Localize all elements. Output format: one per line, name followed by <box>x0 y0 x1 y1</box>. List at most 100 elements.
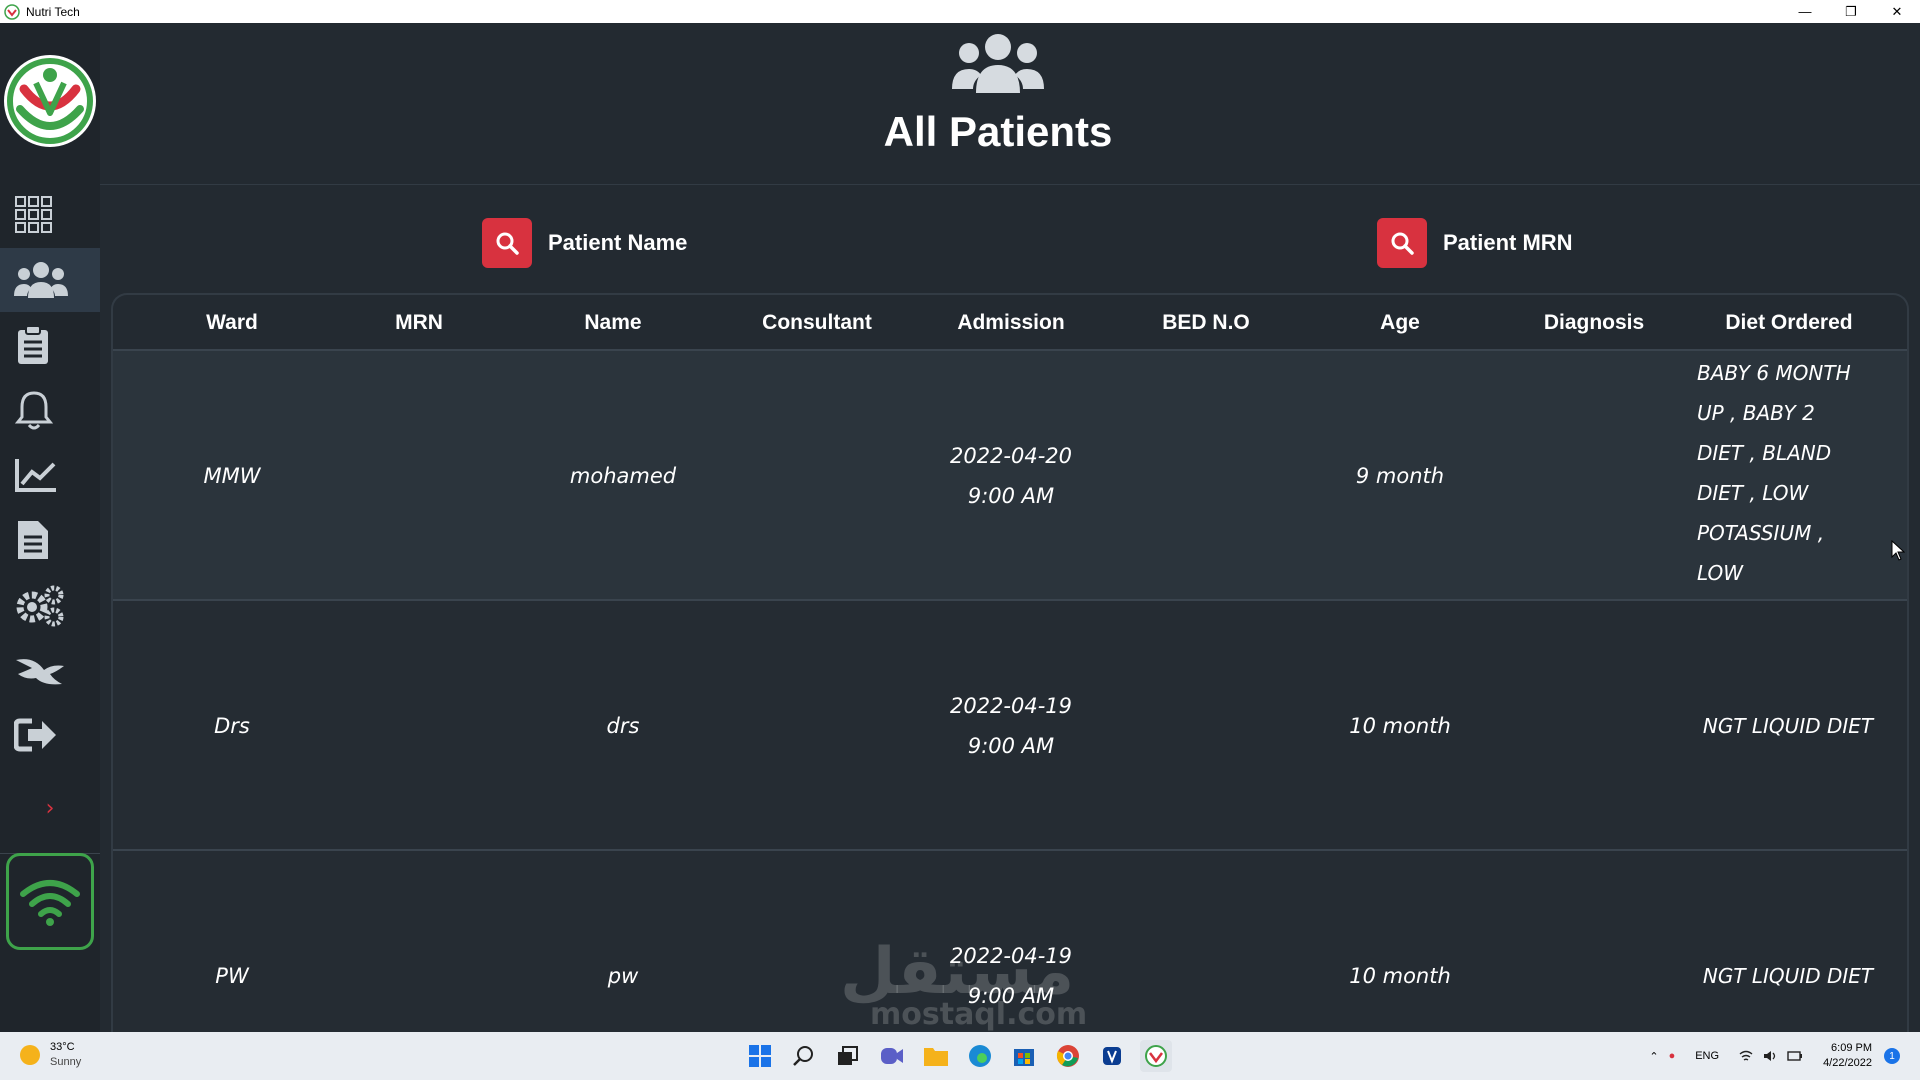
column-name[interactable]: Name <box>513 311 713 335</box>
patient-name-search[interactable]: Patient Name <box>482 218 687 268</box>
battery-icon[interactable] <box>1787 1050 1803 1062</box>
cell-name: mohamed <box>569 464 677 488</box>
table-row[interactable]: MMW mohamed 2022-04-20 9:00 AM 9 month B… <box>113 351 1907 601</box>
close-button[interactable]: ✕ <box>1874 0 1920 23</box>
patient-mrn-search-button[interactable] <box>1377 218 1427 268</box>
antivirus-icon[interactable]: ● <box>1669 1050 1676 1062</box>
nutri-tech-logo <box>0 51 100 151</box>
column-diagnosis[interactable]: Diagnosis <box>1494 311 1694 335</box>
start-icon[interactable] <box>744 1040 776 1072</box>
diet-line: BABY 6 MONTH <box>1697 361 1851 385</box>
system-tray: ⌃ ● ENG 6:09 PM 4/22/2022 1 <box>1649 1032 1900 1080</box>
cell-ward: PW <box>215 964 249 988</box>
patient-mrn-search-label: Patient MRN <box>1443 230 1573 255</box>
weather-desc: Sunny <box>50 1056 82 1068</box>
sidebar-item-documents[interactable] <box>0 508 100 572</box>
patient-mrn-search[interactable]: Patient MRN <box>1377 218 1573 268</box>
cell-name: drs <box>606 714 640 738</box>
admission-time: 9:00 AM <box>967 734 1055 758</box>
chevron-right-icon: › <box>45 796 55 821</box>
taskbar: 33°C Sunny ⌃ ● ENG 6:09 PM 4/22/2022 1 <box>0 1032 1920 1080</box>
nutri-tech-taskbar-icon[interactable] <box>1140 1040 1172 1072</box>
sidebar-item-reports[interactable] <box>0 443 100 507</box>
cell-age: 9 month <box>1355 464 1445 488</box>
chrome-icon[interactable] <box>1052 1040 1084 1072</box>
bird-icon <box>16 659 64 685</box>
chevron-up-icon[interactable]: ⌃ <box>1649 1050 1658 1063</box>
column-admission[interactable]: Admission <box>911 311 1111 335</box>
logo-icon <box>4 55 96 147</box>
cell-ward: MMW <box>203 464 261 488</box>
table-row[interactable]: Drs drs 2022-04-19 9:00 AM 10 month NGT … <box>113 601 1907 851</box>
clock[interactable]: 6:09 PM 4/22/2022 <box>1823 1041 1872 1071</box>
column-consultant[interactable]: Consultant <box>717 311 917 335</box>
restore-button[interactable]: ❐ <box>1828 0 1874 23</box>
column-bed-no[interactable]: BED N.O <box>1106 311 1306 335</box>
column-age[interactable]: Age <box>1300 311 1500 335</box>
weather-widget[interactable]: 33°C Sunny <box>20 1040 81 1070</box>
cell-diet-ordered: BABY 6 MONTH UP , BABY 2 DIET , BLAND DI… <box>1697 353 1887 593</box>
table-header: Ward MRN Name Consultant Admission BED N… <box>113 295 1907 351</box>
sidebar: › <box>0 23 100 1032</box>
file-explorer-icon[interactable] <box>920 1040 952 1072</box>
page-header: All Patients <box>100 23 1920 185</box>
watermark-subtext: mostaql.com <box>870 997 1088 1032</box>
cell-age: 10 month <box>1349 964 1451 988</box>
minimize-button[interactable]: — <box>1782 0 1828 23</box>
column-ward[interactable]: Ward <box>132 311 332 335</box>
task-view-icon[interactable] <box>832 1040 864 1072</box>
admission-time: 9:00 AM <box>967 484 1055 508</box>
chat-icon[interactable] <box>876 1040 908 1072</box>
mouse-cursor-icon <box>1891 540 1905 561</box>
chart-line-icon <box>15 459 56 492</box>
sidebar-item-patients[interactable] <box>0 248 100 312</box>
store-icon[interactable] <box>1008 1040 1040 1072</box>
sidebar-item-orders[interactable] <box>0 313 100 377</box>
taskbar-apps <box>744 1040 1184 1072</box>
diet-line: LOW <box>1697 561 1744 585</box>
patient-name-search-button[interactable] <box>482 218 532 268</box>
sun-icon <box>20 1045 40 1065</box>
diet-line: UP , BABY 2 <box>1697 401 1815 425</box>
title-bar: Nutri Tech — ❐ ✕ <box>0 0 1920 23</box>
sidebar-item-about[interactable] <box>0 638 100 702</box>
language-indicator[interactable]: ENG <box>1695 1050 1719 1062</box>
clock-date: 4/22/2022 <box>1823 1057 1872 1069</box>
document-icon <box>18 521 48 559</box>
bell-icon <box>14 391 54 430</box>
cell-ward: Drs <box>214 714 250 738</box>
watermark: مستقل mostaql.com <box>840 935 1087 1032</box>
sidebar-item-logout[interactable] <box>0 703 100 767</box>
expand-sidebar-button[interactable]: › <box>0 764 100 854</box>
admission-date: 2022-04-19 <box>949 694 1073 718</box>
search-icon <box>496 232 519 255</box>
cell-admission: 2022-04-19 9:00 AM <box>911 686 1111 766</box>
cell-diet-ordered: NGT LIQUID DIET <box>1702 714 1874 738</box>
users-icon <box>952 34 1044 93</box>
wifi-icon <box>20 879 80 926</box>
grid-icon <box>15 196 52 233</box>
sidebar-item-dashboard[interactable] <box>0 183 100 247</box>
cell-diet-ordered: NGT LIQUID DIET <box>1702 964 1874 988</box>
sidebar-item-notifications[interactable] <box>0 378 100 442</box>
sidebar-item-settings[interactable] <box>0 573 100 637</box>
app-blue-icon[interactable] <box>1096 1040 1128 1072</box>
notification-badge[interactable]: 1 <box>1884 1048 1900 1064</box>
gears-icon <box>16 585 64 627</box>
volume-icon[interactable] <box>1763 1050 1777 1062</box>
logout-icon <box>14 718 56 752</box>
clipboard-icon <box>18 325 48 364</box>
wifi-icon[interactable] <box>1739 1050 1753 1062</box>
edge-browser-icon[interactable] <box>964 1040 996 1072</box>
page-title: All Patients <box>883 108 1113 155</box>
column-mrn[interactable]: MRN <box>319 311 519 335</box>
weather-temp: 33°C <box>50 1041 75 1053</box>
search-icon[interactable] <box>788 1040 820 1072</box>
connection-status <box>6 853 94 950</box>
app-logo-icon <box>4 3 20 20</box>
column-diet-ordered[interactable]: Diet Ordered <box>1689 311 1889 335</box>
diet-line: DIET , BLAND <box>1697 441 1832 465</box>
cell-name: pw <box>607 964 639 988</box>
search-icon <box>1391 232 1414 255</box>
patients-table: Ward MRN Name Consultant Admission BED N… <box>111 293 1909 1033</box>
